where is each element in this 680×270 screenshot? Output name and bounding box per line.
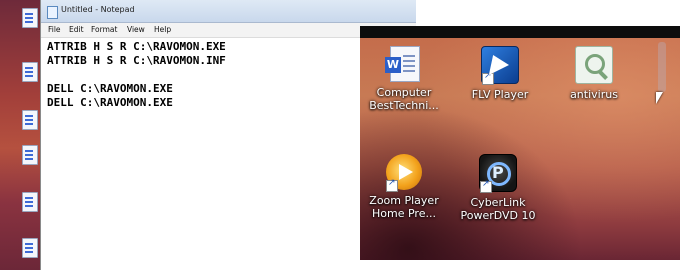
powerdvd-icon bbox=[479, 154, 517, 193]
desktop-top-bar bbox=[360, 26, 680, 38]
desktop-file-icon[interactable] bbox=[22, 62, 38, 82]
icon-label: Zoom Player Home Pre... bbox=[369, 194, 439, 220]
top-blank-area bbox=[416, 0, 680, 26]
menu-edit[interactable]: Edit bbox=[69, 25, 84, 34]
desktop-icon-powerdvd[interactable]: CyberLink PowerDVD 10 bbox=[458, 154, 538, 222]
left-desktop-strip bbox=[0, 0, 44, 270]
scrollbar-thumb[interactable] bbox=[658, 42, 666, 92]
text-line: ATTRIB H S R C:\RAVOMON.EXE bbox=[47, 40, 226, 53]
text-line-blank bbox=[47, 68, 407, 82]
desktop-icon-flv-player[interactable]: FLV Player bbox=[460, 46, 540, 101]
zoom-player-icon bbox=[386, 154, 422, 192]
menu-view[interactable]: View bbox=[127, 25, 145, 34]
icon-label: FLV Player bbox=[471, 88, 529, 101]
flv-player-icon bbox=[481, 46, 519, 85]
mouse-cursor-icon bbox=[656, 92, 663, 104]
desktop-area: Computer BestTechni... FLV Player antivi… bbox=[360, 26, 680, 260]
word-document-icon bbox=[385, 46, 422, 82]
desktop-icon-zoom-player[interactable]: Zoom Player Home Pre... bbox=[364, 154, 444, 220]
notepad-titlebar[interactable]: Untitled - Notepad bbox=[41, 0, 417, 23]
text-line: ATTRIB H S R C:\RAVOMON.INF bbox=[47, 54, 226, 67]
desktop-file-icon[interactable] bbox=[22, 192, 38, 212]
menu-file[interactable]: File bbox=[48, 25, 61, 34]
desktop-file-icon[interactable] bbox=[22, 145, 38, 165]
desktop-file-icon[interactable] bbox=[22, 238, 38, 258]
shortcut-arrow-icon bbox=[482, 71, 494, 85]
menu-help[interactable]: Help bbox=[154, 25, 171, 34]
text-line: DELL C:\RAVOMON.EXE bbox=[47, 82, 173, 95]
notepad-text-area[interactable]: ATTRIB H S R C:\RAVOMON.EXE ATTRIB H S R … bbox=[47, 40, 407, 110]
text-line: DELL C:\RAVOMON.EXE bbox=[47, 96, 173, 109]
desktop-file-icon[interactable] bbox=[22, 8, 38, 28]
window-title: Untitled - Notepad bbox=[61, 5, 135, 14]
shortcut-arrow-icon bbox=[386, 178, 398, 192]
menu-format[interactable]: Format bbox=[91, 25, 117, 34]
icon-label: Computer BestTechni... bbox=[369, 86, 439, 112]
icon-label: antivirus bbox=[570, 88, 618, 101]
notepad-icon bbox=[47, 6, 58, 19]
desktop-file-icon[interactable] bbox=[22, 110, 38, 130]
desktop-icon-antivirus[interactable]: antivirus bbox=[554, 46, 634, 101]
icon-label: CyberLink PowerDVD 10 bbox=[460, 196, 536, 222]
desktop-icon-computer-besttechni[interactable]: Computer BestTechni... bbox=[364, 46, 444, 112]
shortcut-arrow-icon bbox=[480, 179, 492, 193]
antivirus-icon bbox=[575, 46, 613, 84]
